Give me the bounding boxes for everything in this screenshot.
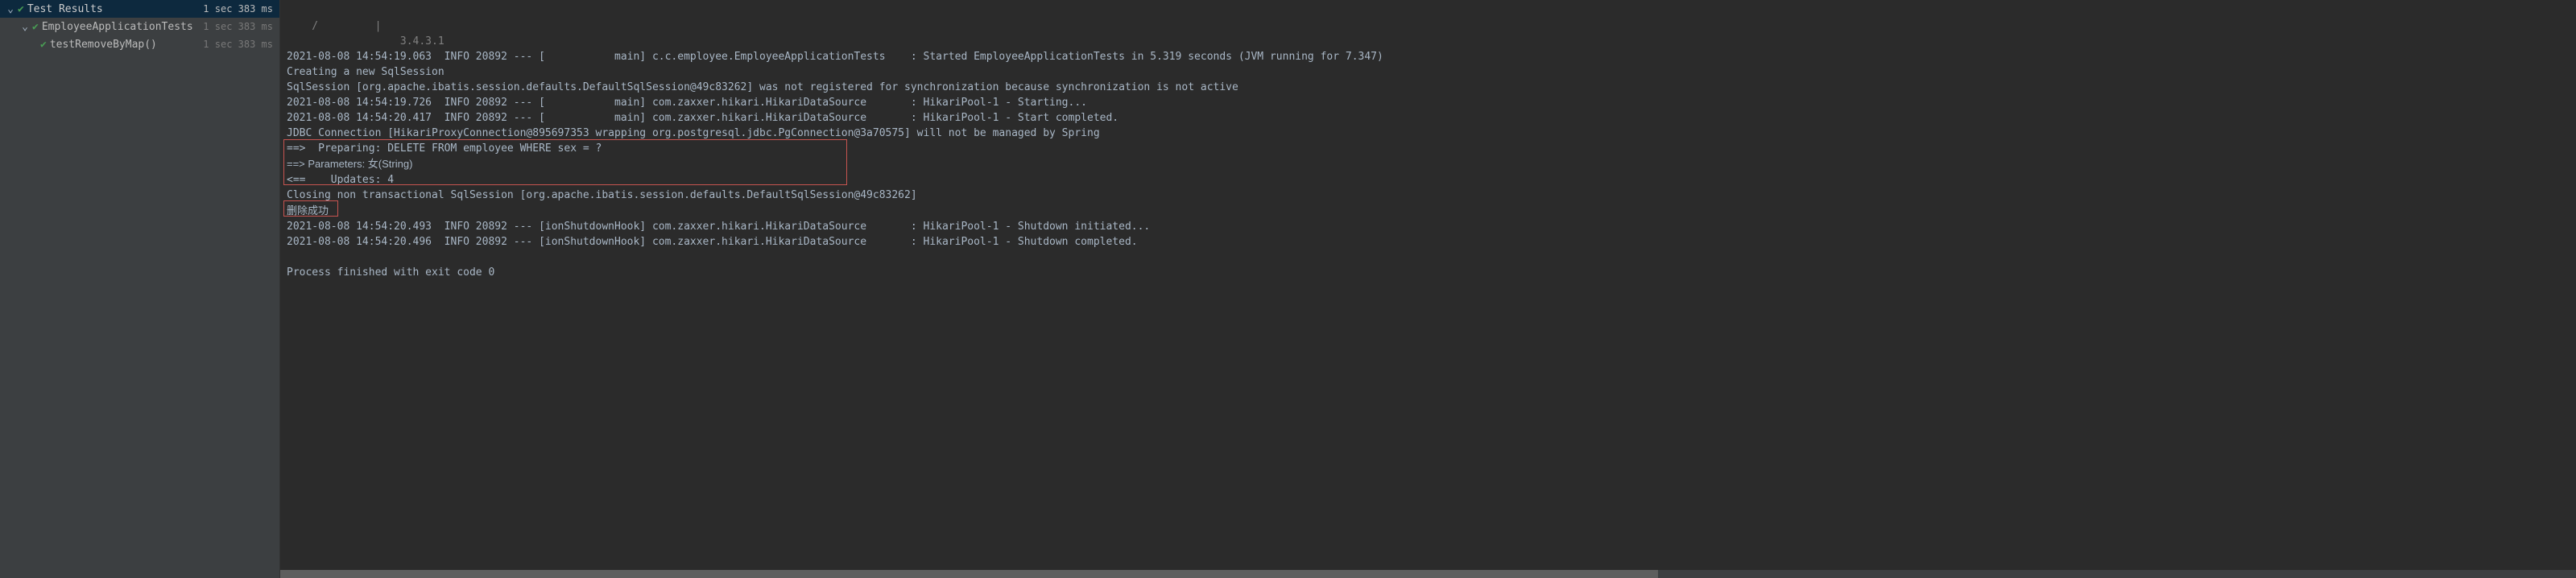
- log-line: 2021-08-08 14:54:19.726 INFO 20892 --- […: [287, 97, 1087, 109]
- version-line: 3.4.3.1: [287, 35, 444, 47]
- log-line-exit: Process finished with exit code 0: [287, 266, 494, 279]
- test-root-row[interactable]: ⌄ ✔ Test Results 1 sec 383 ms: [0, 0, 279, 18]
- tree-root-time: 1 sec 383 ms: [203, 3, 273, 14]
- log-line: Closing non transactional SqlSession [or…: [287, 189, 917, 201]
- test-method-row[interactable]: ✔ testRemoveByMap() 1 sec 383 ms: [0, 35, 279, 53]
- ascii-art-line: / |: [287, 20, 381, 32]
- log-line: SqlSession [org.apache.ibatis.session.de…: [287, 81, 1238, 93]
- check-icon: ✔: [18, 3, 24, 15]
- log-line-success: 删除成功: [287, 204, 329, 217]
- log-line: Creating a new SqlSession: [287, 66, 444, 78]
- log-line: JDBC Connection [HikariProxyConnection@8…: [287, 127, 1100, 139]
- log-line-updates: <== Updates: 4: [287, 174, 394, 186]
- check-icon: ✔: [40, 39, 47, 51]
- test-results-sidebar: ⌄ ✔ Test Results 1 sec 383 ms ⌄ ✔ Employ…: [0, 0, 280, 578]
- log-line-parameters: ==> Parameters: 女(String): [287, 158, 412, 170]
- tree-class-label: EmployeeApplicationTests: [42, 21, 193, 33]
- log-line: 2021-08-08 14:54:19.063 INFO 20892 --- […: [287, 51, 1383, 63]
- chevron-down-icon: ⌄: [6, 3, 14, 15]
- console-output[interactable]: / | 3.4.3.1 2021-08-08 14:54:19.063 INFO…: [280, 0, 2576, 578]
- tree-method-label: testRemoveByMap(): [50, 39, 157, 51]
- log-line-preparing: ==> Preparing: DELETE FROM employee WHER…: [287, 142, 602, 155]
- scrollbar-thumb[interactable]: [280, 570, 1658, 578]
- tree-method-time: 1 sec 383 ms: [203, 39, 273, 50]
- log-line: 2021-08-08 14:54:20.493 INFO 20892 --- […: [287, 221, 1150, 233]
- test-class-row[interactable]: ⌄ ✔ EmployeeApplicationTests 1 sec 383 m…: [0, 18, 279, 35]
- check-icon: ✔: [32, 21, 39, 33]
- log-line: 2021-08-08 14:54:20.417 INFO 20892 --- […: [287, 112, 1118, 124]
- chevron-down-icon: ⌄: [21, 21, 29, 33]
- tree-class-time: 1 sec 383 ms: [203, 21, 273, 32]
- tree-root-label: Test Results: [27, 3, 103, 15]
- log-line: 2021-08-08 14:54:20.496 INFO 20892 --- […: [287, 236, 1138, 248]
- horizontal-scrollbar[interactable]: [280, 570, 2576, 578]
